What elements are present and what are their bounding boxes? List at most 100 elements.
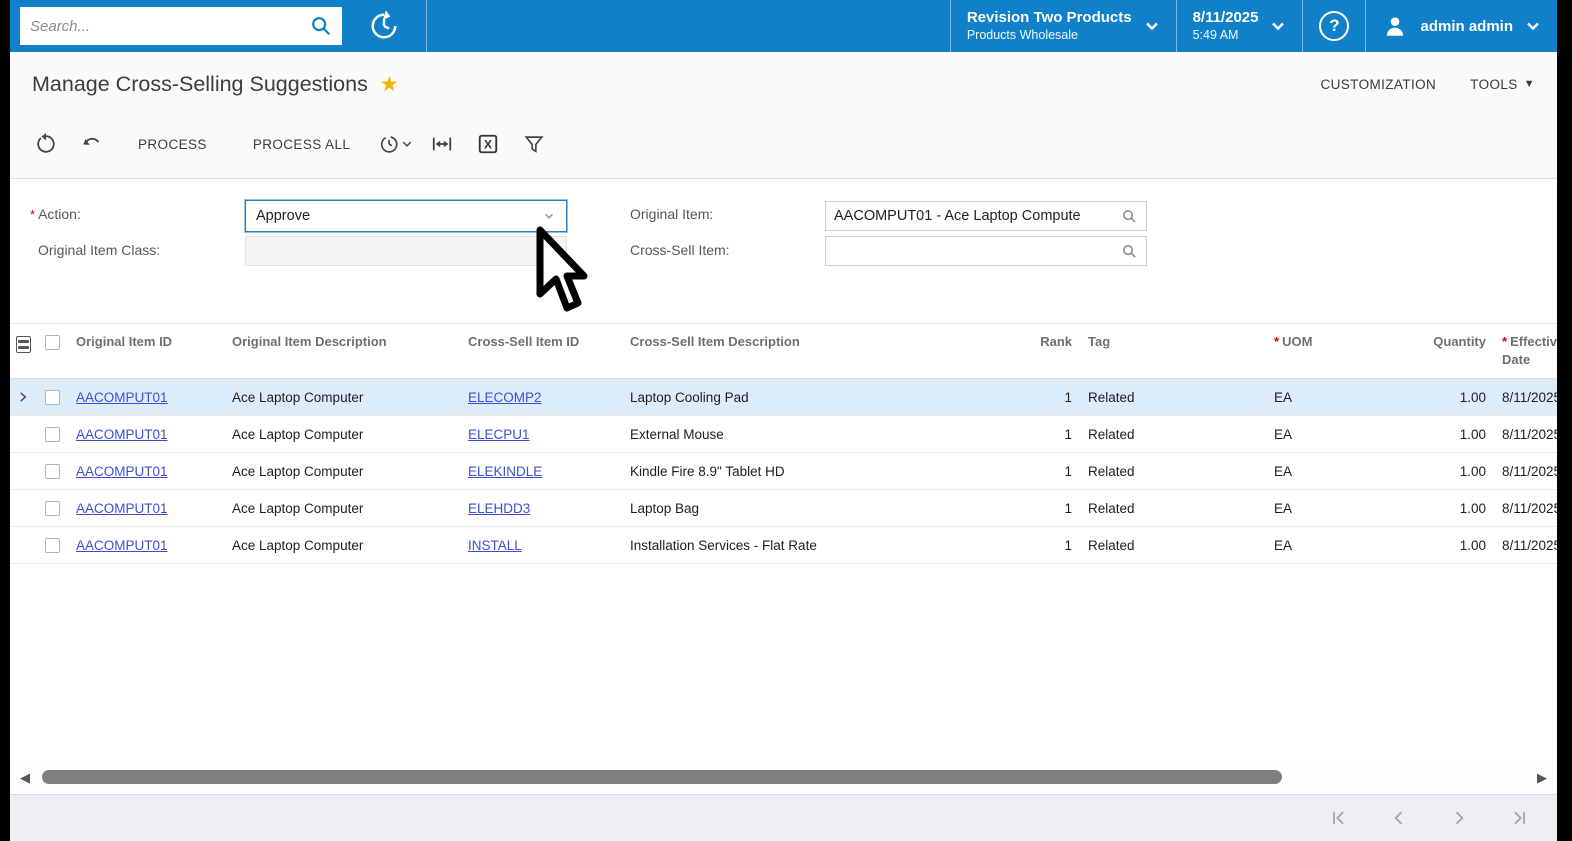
grid-settings-icon[interactable] [15,336,31,353]
current-date: 8/11/2025 [1192,8,1259,26]
original-item-label: Original Item: [630,206,714,222]
favorite-star-icon[interactable]: ★ [380,72,399,97]
original-item-link[interactable]: AACOMPUT01 [76,501,168,516]
row-checkbox[interactable] [44,500,60,516]
scroll-right-arrow-icon[interactable]: ▶ [1537,770,1547,786]
filter-settings-button[interactable] [514,126,554,162]
tag-cell: Related [1088,389,1135,405]
header-cross-sell-item-id[interactable]: Cross-Sell Item ID [460,324,622,357]
scrollbar-thumb[interactable] [42,770,1282,784]
original-item-class-field[interactable] [245,236,567,266]
last-page-icon [1514,811,1525,825]
refresh-button[interactable] [26,126,66,162]
original-item-link[interactable]: AACOMPUT01 [76,464,168,479]
user-menu[interactable]: admin admin [1366,0,1557,52]
cross-sell-item-link[interactable]: ELEKINDLE [468,464,542,479]
lookup-magnifier-icon[interactable] [1121,208,1138,225]
help-button[interactable]: ? [1303,0,1365,52]
tools-button[interactable]: TOOLS ▼ [1470,77,1535,92]
business-date-button[interactable] [342,0,426,52]
header-effective-date[interactable]: *Effective Date [1494,324,1557,374]
customization-button[interactable]: CUSTOMIZATION [1320,77,1436,92]
header-rank[interactable]: Rank [1032,324,1080,357]
row-checkbox-cell[interactable] [36,389,68,405]
row-checkbox[interactable] [44,463,60,479]
cross-sell-item-description-cell: Kindle Fire 8.9" Tablet HD [630,463,785,479]
cross-sell-item-link[interactable]: ELECPU1 [468,427,530,442]
chevron-down-icon [403,141,412,147]
uom-cell: EA [1274,389,1293,405]
original-item-link[interactable]: AACOMPUT01 [76,538,168,553]
cross-sell-item-id-cell: ELEHDD3 [460,501,622,516]
original-item-description-cell: Ace Laptop Computer [232,500,364,516]
main-panel: * Action: Approve Original Item Class: Or… [10,178,1557,841]
first-page-button[interactable] [1329,808,1349,828]
company-selector[interactable]: Revision Two Products Products Wholesale [951,0,1176,52]
cross-sell-item-link[interactable]: INSTALL [468,538,522,553]
table-row[interactable]: AACOMPUT01 Ace Laptop Computer ELEKINDLE… [10,453,1557,490]
process-button[interactable]: PROCESS [118,126,227,162]
last-page-button[interactable] [1509,808,1529,828]
header-original-item-id[interactable]: Original Item ID [68,324,224,357]
grid-settings-cell[interactable] [10,324,36,359]
fit-width-icon [433,137,452,151]
original-item-description-cell: Ace Laptop Computer [232,426,364,442]
row-checkbox-cell[interactable] [36,426,68,442]
cross-sell-item-id-cell: ELEKINDLE [460,464,622,479]
row-checkbox-cell[interactable] [36,537,68,553]
search-input[interactable] [30,17,310,35]
row-checkbox-cell[interactable] [36,463,68,479]
table-row[interactable]: AACOMPUT01 Ace Laptop Computer ELEHDD3 L… [10,490,1557,527]
topbar-divider [426,0,427,52]
export-to-excel-button[interactable]: X [468,126,508,162]
suggestions-grid: Original Item ID Original Item Descripti… [10,323,1557,564]
header-original-item-description[interactable]: Original Item Description [224,324,460,357]
original-item-description-cell: Ace Laptop Computer [232,463,364,479]
tag-cell: Related [1088,463,1135,479]
horizontal-scrollbar[interactable]: ◀ ▶ [10,765,1557,793]
global-search[interactable] [20,7,342,45]
action-select[interactable]: Approve [245,200,567,232]
fit-to-screen-button[interactable] [422,126,462,162]
table-row[interactable]: AACOMPUT01 Ace Laptop Computer ELECOMP2 … [10,379,1557,416]
cross-sell-item-description-cell: Laptop Bag [630,500,700,516]
row-checkbox[interactable] [44,537,60,553]
header-uom[interactable]: * UOM [1266,324,1412,357]
header-tag[interactable]: Tag [1080,324,1266,357]
original-item-link[interactable]: AACOMPUT01 [76,390,168,405]
table-row[interactable]: AACOMPUT01 Ace Laptop Computer ELECPU1 E… [10,416,1557,453]
scroll-left-arrow-icon[interactable]: ◀ [20,770,30,786]
cross-sell-item-link[interactable]: ELECOMP2 [468,390,542,405]
original-item-class-input[interactable] [254,243,558,259]
original-item-field[interactable] [825,201,1147,231]
previous-page-button[interactable] [1389,808,1409,828]
grid-header-row: Original Item ID Original Item Descripti… [10,323,1557,379]
cross-sell-item-input[interactable] [834,243,1121,259]
action-toolbar: PROCESS PROCESS ALL X [10,116,1557,172]
next-page-button[interactable] [1449,808,1469,828]
select-all-cell[interactable] [36,324,68,356]
select-all-checkbox[interactable] [44,335,60,350]
rank-cell: 1 [1064,389,1072,405]
schedule-button[interactable] [376,126,416,162]
effective-date-cell: 8/11/2025 [1502,426,1557,442]
row-checkbox[interactable] [44,426,60,442]
quantity-cell: 1.00 [1459,389,1486,405]
cross-sell-item-field[interactable] [825,236,1147,266]
header-quantity[interactable]: Quantity [1412,324,1494,357]
date-time-selector[interactable]: 8/11/2025 5:49 AM [1177,0,1303,52]
search-icon[interactable] [310,15,332,37]
header-cross-sell-item-description[interactable]: Cross-Sell Item Description [622,324,1032,357]
original-item-input[interactable] [834,208,1121,224]
process-all-button[interactable]: PROCESS ALL [233,126,370,162]
cross-sell-item-link[interactable]: ELEHDD3 [468,501,530,516]
row-checkbox[interactable] [44,389,60,405]
original-item-description-cell: Ace Laptop Computer [232,537,364,553]
quantity-cell: 1.00 [1459,426,1486,442]
lookup-magnifier-icon[interactable] [1121,243,1138,260]
original-item-link[interactable]: AACOMPUT01 [76,427,168,442]
table-row[interactable]: AACOMPUT01 Ace Laptop Computer INSTALL I… [10,527,1557,564]
row-checkbox-cell[interactable] [36,500,68,516]
cancel-button[interactable] [72,126,112,162]
original-item-description-cell: Ace Laptop Computer [232,389,364,405]
